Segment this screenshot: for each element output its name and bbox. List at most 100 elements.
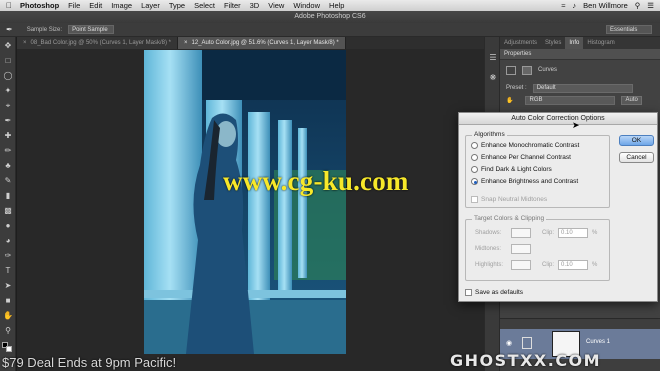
shape-tool-icon[interactable]: ■ xyxy=(3,296,13,306)
menu-file[interactable]: File xyxy=(68,1,80,10)
move-tool-icon[interactable]: ✥ xyxy=(3,41,13,51)
menu-layer[interactable]: Layer xyxy=(141,1,160,10)
shadows-clip-input[interactable]: 0.10 xyxy=(558,228,588,238)
lasso-tool-icon[interactable]: ◯ xyxy=(3,71,13,81)
radio-label: Enhance Per Channel Contrast xyxy=(481,154,571,161)
background-color-swatch[interactable] xyxy=(6,346,12,352)
sample-size-select[interactable]: Point Sample xyxy=(68,25,115,34)
photo-woman-columns xyxy=(144,50,346,354)
tab-info[interactable]: Info xyxy=(565,37,584,49)
close-icon[interactable]: × xyxy=(23,40,27,46)
zoom-tool-icon[interactable]: ⚲ xyxy=(3,326,13,336)
history-icon[interactable]: ☰ xyxy=(488,53,498,63)
checkbox-label: Save as defaults xyxy=(475,289,524,296)
radio-button-selected[interactable] xyxy=(471,178,478,185)
auto-button[interactable]: Auto xyxy=(621,95,642,105)
list-icon[interactable]: ☰ xyxy=(647,1,654,10)
eraser-tool-icon[interactable]: ▮ xyxy=(3,191,13,201)
menu-type[interactable]: Type xyxy=(169,1,185,10)
search-icon[interactable]: ⚲ xyxy=(635,1,641,10)
workspace-select[interactable]: Essentials xyxy=(606,25,652,34)
window-title: Adobe Photoshop CS6 xyxy=(0,11,660,23)
midtones-color-swatch[interactable] xyxy=(511,244,531,254)
visibility-eye-icon[interactable]: ◉ xyxy=(506,339,512,347)
layer-name[interactable]: Curves 1 xyxy=(586,339,610,345)
save-defaults-checkbox[interactable]: Save as defaults xyxy=(465,289,523,296)
dodge-tool-icon[interactable]: ◕ xyxy=(3,236,13,246)
hand-adjust-icon[interactable]: ✋ xyxy=(506,97,513,104)
sample-size-label: Sample Size: xyxy=(26,26,63,33)
radio-brightness-contrast[interactable]: Enhance Brightness and Contrast xyxy=(471,178,578,185)
snap-neutral-checkbox[interactable]: Snap Neutral Midtones xyxy=(471,196,547,203)
wifi-icon[interactable]: ≈ xyxy=(561,1,565,10)
menu-edit[interactable]: Edit xyxy=(89,1,102,10)
ok-button[interactable]: OK xyxy=(619,135,654,146)
radio-label: Enhance Monochromatic Contrast xyxy=(481,142,580,149)
curves-row: Curves xyxy=(500,64,660,76)
checkbox[interactable] xyxy=(471,196,478,203)
menu-view[interactable]: View xyxy=(268,1,284,10)
tab-adjustments[interactable]: Adjustments xyxy=(500,37,541,49)
menu-select[interactable]: Select xyxy=(194,1,215,10)
radio-monochromatic[interactable]: Enhance Monochromatic Contrast xyxy=(471,142,579,149)
checkbox[interactable] xyxy=(465,289,472,296)
highlights-clip-label: Clip: xyxy=(542,262,555,268)
pen-tool-icon[interactable]: ✑ xyxy=(3,251,13,261)
highlights-color-swatch[interactable] xyxy=(511,260,531,270)
tab-auto-color[interactable]: × 12_Auto Color.jpg @ 51.6% (Curves 1, La… xyxy=(178,37,346,49)
channel-row: ✋ RGB Auto xyxy=(500,94,660,106)
properties-header: Properties xyxy=(500,49,660,60)
eyedropper-icon[interactable]: ✒ xyxy=(3,116,13,126)
radio-per-channel[interactable]: Enhance Per Channel Contrast xyxy=(471,154,571,161)
crop-tool-icon[interactable]: ⌖ xyxy=(3,101,13,111)
menu-help[interactable]: Help xyxy=(329,1,344,10)
menu-3d[interactable]: 3D xyxy=(250,1,260,10)
preset-row: Preset : Default xyxy=(500,82,660,94)
blur-tool-icon[interactable]: ● xyxy=(3,221,13,231)
quick-select-tool-icon[interactable]: ✦ xyxy=(3,86,13,96)
menu-filter[interactable]: Filter xyxy=(224,1,241,10)
promo-banner: $79 Deal Ends at 9pm Pacific! xyxy=(2,355,177,370)
highlights-label: Highlights: xyxy=(475,262,504,268)
panel-tabs: Adjustments Styles Info Histogram xyxy=(500,37,660,49)
highlights-clip-input[interactable]: 0.10 xyxy=(558,260,588,270)
menu-bar:  Photoshop File Edit Image Layer Type S… xyxy=(0,0,660,11)
radio-button[interactable] xyxy=(471,142,478,149)
close-icon[interactable]: × xyxy=(184,40,188,46)
gradient-tool-icon[interactable]: ▩ xyxy=(3,206,13,216)
marquee-tool-icon[interactable]: □ xyxy=(3,56,13,66)
tab-histogram[interactable]: Histogram xyxy=(583,37,618,49)
apple-icon[interactable]:  xyxy=(6,1,12,10)
app-menu[interactable]: Photoshop xyxy=(20,1,59,10)
type-tool-icon[interactable]: T xyxy=(3,266,13,276)
brush-tool-icon[interactable]: ✏ xyxy=(3,146,13,156)
preset-select[interactable]: Default xyxy=(532,83,633,93)
tools-panel: ✥ □ ◯ ✦ ⌖ ✒ ✚ ✏ ♣ ✎ ▮ ▩ ● ◕ ✑ T ➤ ■ ✋ ⚲ xyxy=(0,37,16,371)
volume-icon[interactable]: ♪ xyxy=(572,1,576,10)
mask-icon[interactable] xyxy=(522,65,532,75)
radio-button[interactable] xyxy=(471,154,478,161)
healing-tool-icon[interactable]: ✚ xyxy=(3,131,13,141)
hand-tool-icon[interactable]: ✋ xyxy=(3,311,13,321)
path-select-tool-icon[interactable]: ➤ xyxy=(3,281,13,291)
channel-select[interactable]: RGB xyxy=(525,95,616,105)
tab-bad-color[interactable]: × 08_Bad Color.jpg @ 50% (Curves 1, Layer… xyxy=(17,37,179,49)
midtones-label: Midtones: xyxy=(475,246,502,252)
shadows-color-swatch[interactable] xyxy=(511,228,531,238)
radio-button[interactable] xyxy=(471,166,478,173)
stamp-tool-icon[interactable]: ♣ xyxy=(3,161,13,171)
menu-window[interactable]: Window xyxy=(293,1,320,10)
eyedropper-tool-icon[interactable]: ✒ xyxy=(6,25,13,34)
tab-styles[interactable]: Styles xyxy=(541,37,565,49)
dialog-title[interactable]: Auto Color Correction Options xyxy=(459,113,657,125)
shadows-clip-label: Clip: xyxy=(542,230,555,236)
document-image[interactable] xyxy=(144,50,346,354)
user-name[interactable]: Ben Willmore xyxy=(583,1,628,10)
cancel-button[interactable]: Cancel xyxy=(619,152,654,163)
curves-label: Curves xyxy=(538,67,558,73)
tools-preset-icon[interactable]: ❋ xyxy=(488,73,498,83)
radio-dark-light[interactable]: Find Dark & Light Colors xyxy=(471,166,552,173)
document-tabs: × 08_Bad Color.jpg @ 50% (Curves 1, Layer… xyxy=(17,37,497,49)
menu-image[interactable]: Image xyxy=(111,1,132,10)
history-brush-icon[interactable]: ✎ xyxy=(3,176,13,186)
